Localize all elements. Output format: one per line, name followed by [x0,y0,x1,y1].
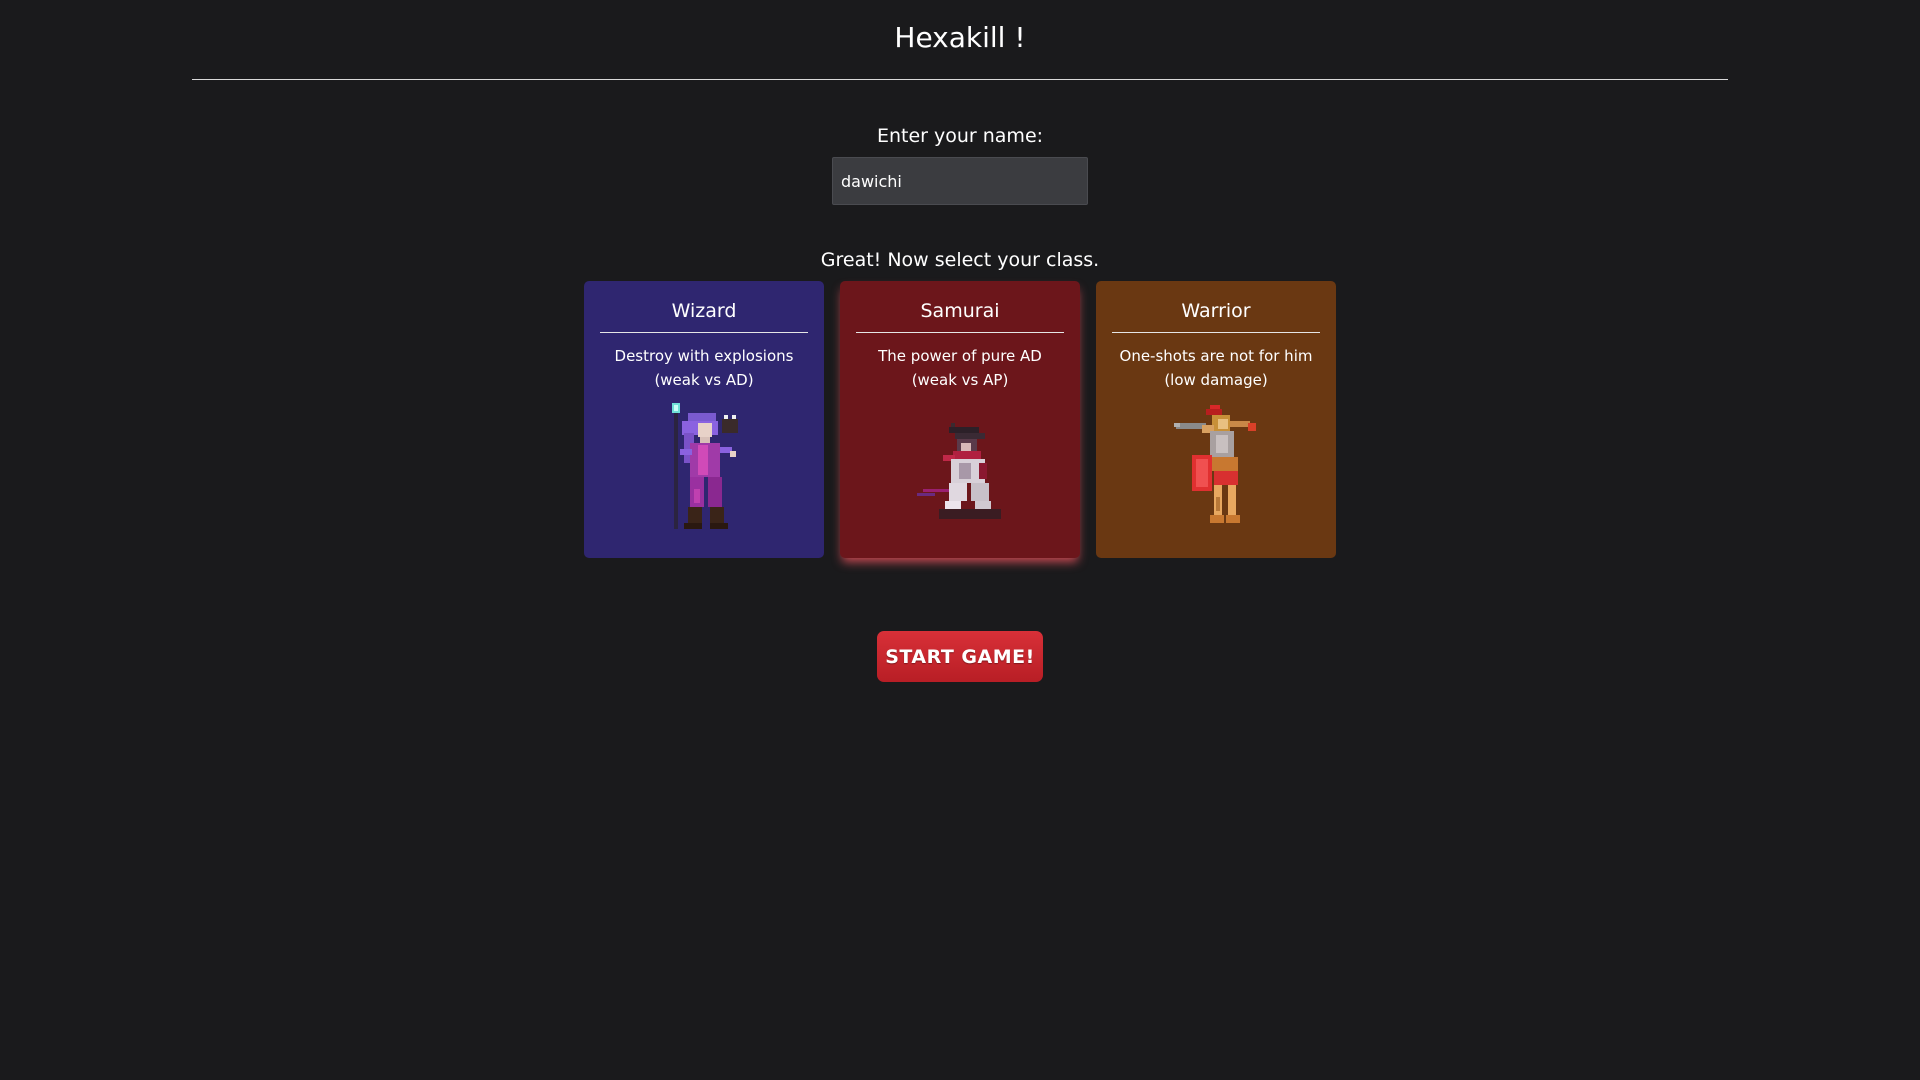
class-card-description-line: (weak vs AD) [654,371,754,389]
class-card-title: Wizard [600,298,808,333]
class-card-description-line: One-shots are not for him [1119,347,1313,365]
class-card-wizard[interactable]: Wizard Destroy with explosions (weak vs … [584,281,824,558]
warrior-sprite-icon [1096,405,1336,529]
class-card-description-line: Destroy with explosions [614,347,794,365]
game-setup-page: Hexakill ! Enter your name: Great! Now s… [0,0,1920,1080]
wizard-sprite-icon [584,403,824,531]
start-game-button[interactable]: START GAME! [877,631,1043,682]
samurai-sprite-icon [840,423,1080,519]
name-label: Enter your name: [876,125,1044,147]
class-card-warrior[interactable]: Warrior One-shots are not for him (low d… [1096,281,1336,558]
header-divider [192,79,1728,80]
class-card-title: Warrior [1112,298,1320,333]
class-card-description-line: The power of pure AD [878,347,1042,365]
class-card-description: The power of pure AD (weak vs AP) [856,344,1064,392]
class-card-description-line: (low damage) [1164,371,1268,389]
class-card-description-line: (weak vs AP) [911,371,1009,389]
class-card-description: Destroy with explosions (weak vs AD) [600,344,808,392]
page-title: Hexakill ! [894,21,1026,54]
class-card-title: Samurai [856,298,1064,333]
class-card-description: One-shots are not for him (low damage) [1112,344,1320,392]
class-card-samurai[interactable]: Samurai The power of pure AD (weak vs AP… [840,281,1080,558]
name-input[interactable] [832,157,1088,205]
class-select-label: Great! Now select your class. [820,249,1100,271]
